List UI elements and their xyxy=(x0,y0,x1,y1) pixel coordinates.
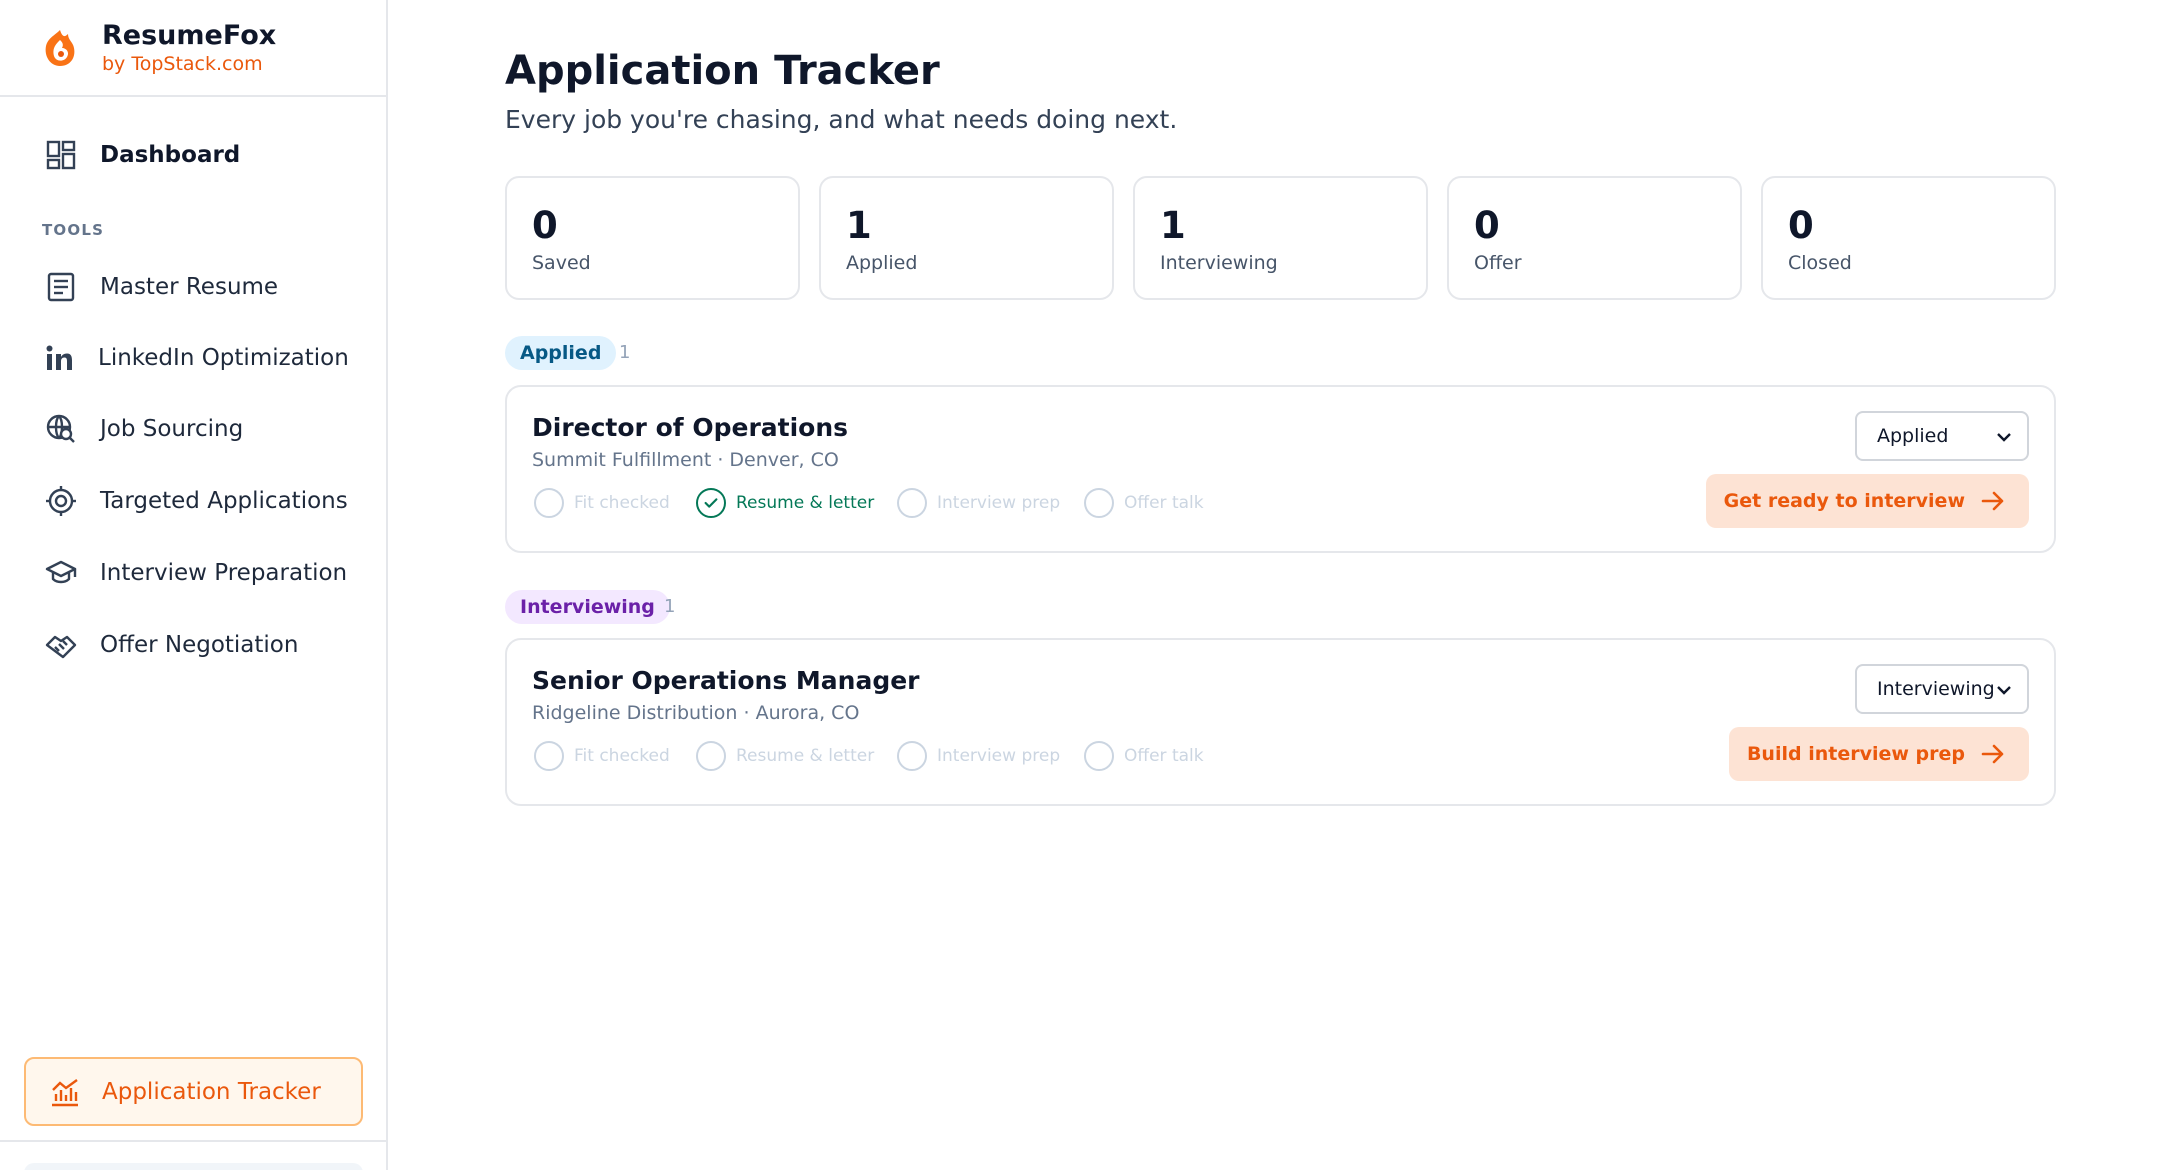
sidebar-item-dashboard[interactable]: Dashboard xyxy=(44,130,240,180)
step-interview-prep[interactable]: Interview prep xyxy=(897,740,1060,772)
sidebar-item-targeted-applications[interactable]: Targeted Applications xyxy=(44,476,348,526)
brand-name: ResumeFox xyxy=(102,19,277,51)
empty-circle-icon xyxy=(1084,741,1114,771)
step-offer-talk[interactable]: Offer talk xyxy=(1084,740,1204,772)
chevron-down-icon xyxy=(1997,686,2011,695)
check-circle-icon xyxy=(696,488,726,518)
sidebar-item-interview-preparation[interactable]: Interview Preparation xyxy=(44,548,347,598)
step-fit-checked[interactable]: Fit checked xyxy=(534,487,670,519)
job-title: Senior Operations Manager xyxy=(532,666,920,695)
action-label: Build interview prep xyxy=(1746,743,1965,765)
step-fit-checked[interactable]: Fit checked xyxy=(534,740,670,772)
page-subtitle: Every job you're chasing, and what needs… xyxy=(505,105,1178,134)
empty-circle-icon xyxy=(897,488,927,518)
dashboard-icon xyxy=(44,138,78,172)
status-select-value: Applied xyxy=(1877,425,1949,447)
stat-card-interviewing: 1 Interviewing xyxy=(1133,176,1428,300)
target-icon xyxy=(44,484,78,518)
status-select[interactable]: Interviewing xyxy=(1855,664,2029,714)
stat-value: 0 xyxy=(1788,204,1814,247)
sidebar-item-label: LinkedIn Optimization xyxy=(98,345,349,371)
fox-logo-icon xyxy=(45,29,75,66)
brand-subtitle: by TopStack.com xyxy=(102,52,263,75)
stat-label: Offer xyxy=(1474,252,1522,274)
sidebar-item-application-tracker[interactable]: Application Tracker xyxy=(24,1057,363,1126)
stat-label: Saved xyxy=(532,252,591,274)
tools-section-title: TOOLS xyxy=(42,221,105,239)
status-select[interactable]: Applied xyxy=(1855,411,2029,461)
group-count: 1 xyxy=(664,596,676,617)
sidebar-item-label: Dashboard xyxy=(100,142,241,168)
step-label: Interview prep xyxy=(937,746,1061,766)
sidebar-item-label: Offer Negotiation xyxy=(100,632,299,658)
empty-circle-icon xyxy=(534,488,564,518)
arrow-right-icon xyxy=(1981,744,2004,764)
empty-circle-icon xyxy=(897,741,927,771)
stat-card-saved: 0 Saved xyxy=(505,176,800,300)
divider xyxy=(0,1140,386,1142)
sidebar-item-offer-negotiation[interactable]: Offer Negotiation xyxy=(44,620,298,670)
stat-card-applied: 1 Applied xyxy=(819,176,1114,300)
status-select-value: Interviewing xyxy=(1877,678,1995,700)
stat-card-offer: 0 Offer xyxy=(1447,176,1742,300)
step-offer-talk[interactable]: Offer talk xyxy=(1084,487,1204,519)
handshake-icon xyxy=(44,628,78,662)
stat-label: Closed xyxy=(1788,252,1852,274)
chart-icon xyxy=(48,1075,82,1109)
sidebar-footer-card xyxy=(24,1163,363,1170)
job-meta: Ridgeline Distribution · Aurora, CO xyxy=(532,702,860,724)
step-label: Fit checked xyxy=(574,746,670,766)
chevron-down-icon xyxy=(1997,433,2011,442)
group-count: 1 xyxy=(619,342,631,363)
page-title: Application Tracker xyxy=(505,48,940,94)
step-label: Offer talk xyxy=(1124,746,1204,766)
document-icon xyxy=(44,270,78,304)
stat-label: Applied xyxy=(846,252,918,274)
stat-label: Interviewing xyxy=(1160,252,1278,274)
build-interview-prep-button[interactable]: Build interview prep xyxy=(1728,727,2029,781)
main-content: Application Tracker Every job you're cha… xyxy=(389,0,2160,1170)
sidebar-item-job-sourcing[interactable]: Job Sourcing xyxy=(44,404,243,454)
step-label: Resume & letter xyxy=(736,746,875,766)
step-label: Fit checked xyxy=(574,493,670,513)
group-badge-applied: Applied xyxy=(505,336,617,370)
job-meta: Summit Fulfillment · Denver, CO xyxy=(532,449,839,471)
step-resume-letter[interactable]: Resume & letter xyxy=(696,487,874,519)
sidebar-item-label: Application Tracker xyxy=(102,1078,321,1105)
step-resume-letter[interactable]: Resume & letter xyxy=(696,740,874,772)
linkedin-icon xyxy=(42,341,76,375)
step-interview-prep[interactable]: Interview prep xyxy=(897,487,1060,519)
get-ready-to-interview-button[interactable]: Get ready to interview xyxy=(1705,474,2029,528)
step-label: Interview prep xyxy=(937,493,1061,513)
sidebar-item-label: Interview Preparation xyxy=(100,560,348,586)
stat-value: 0 xyxy=(1474,204,1500,247)
sidebar-item-linkedin-optimization[interactable]: LinkedIn Optimization xyxy=(42,333,349,383)
group-badge-interviewing: Interviewing xyxy=(505,590,670,624)
empty-circle-icon xyxy=(696,741,726,771)
stat-value: 1 xyxy=(1160,204,1186,247)
graduation-cap-icon xyxy=(44,556,78,590)
sidebar-item-label: Job Sourcing xyxy=(100,416,244,442)
brand[interactable]: ResumeFox by TopStack.com xyxy=(0,0,386,97)
sidebar-item-master-resume[interactable]: Master Resume xyxy=(44,262,278,312)
step-label: Offer talk xyxy=(1124,493,1204,513)
action-label: Get ready to interview xyxy=(1723,490,1965,512)
empty-circle-icon xyxy=(534,741,564,771)
sidebar: ResumeFox by TopStack.com Dashboard TOOL… xyxy=(0,0,388,1170)
stat-value: 1 xyxy=(846,204,872,247)
job-title: Director of Operations xyxy=(532,413,849,442)
globe-search-icon xyxy=(44,412,78,446)
job-card[interactable]: Director of Operations Summit Fulfillmen… xyxy=(505,385,2056,553)
stat-card-closed: 0 Closed xyxy=(1761,176,2056,300)
job-card[interactable]: Senior Operations Manager Ridgeline Dist… xyxy=(505,638,2056,806)
empty-circle-icon xyxy=(1084,488,1114,518)
stat-value: 0 xyxy=(532,204,558,247)
sidebar-item-label: Targeted Applications xyxy=(100,488,348,514)
arrow-right-icon xyxy=(1981,491,2004,511)
step-label: Resume & letter xyxy=(736,493,875,513)
sidebar-item-label: Master Resume xyxy=(100,274,279,300)
